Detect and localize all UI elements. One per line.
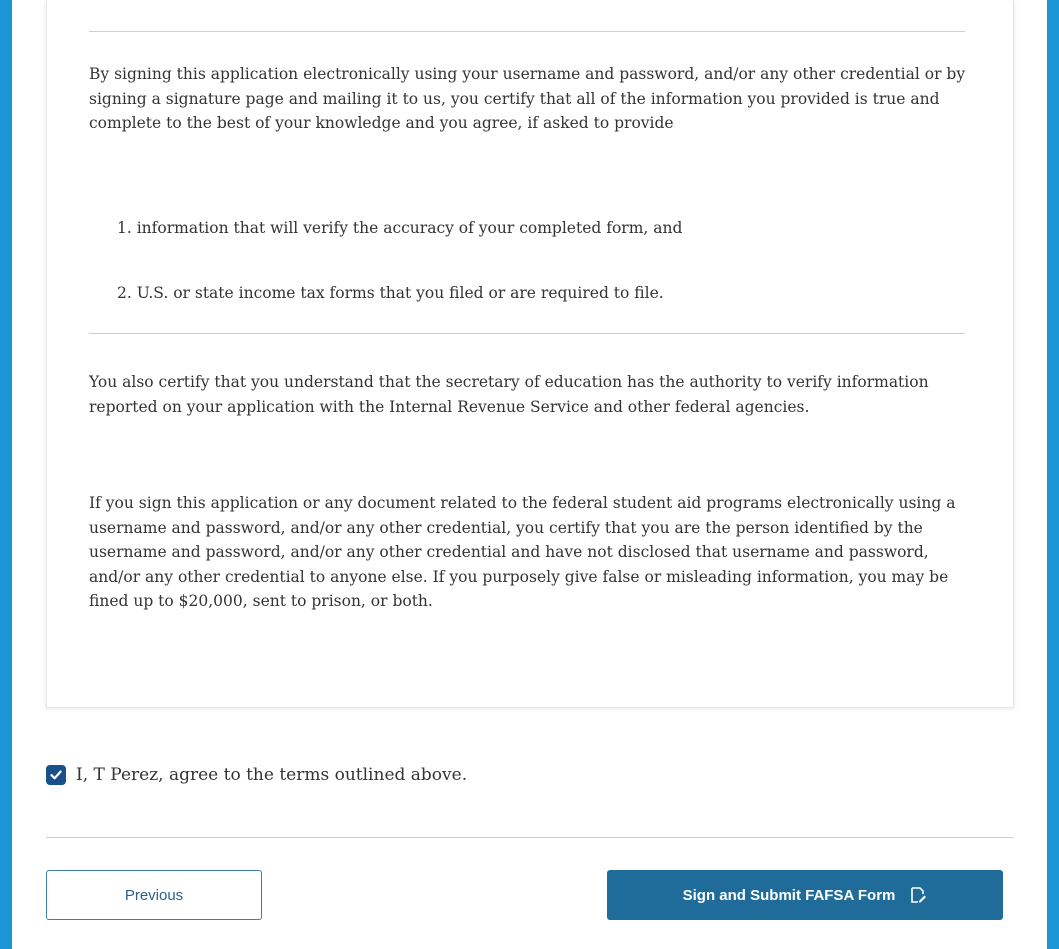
terms-paragraph-secretary: You also certify that you understand tha… <box>89 373 929 416</box>
sign-and-submit-label: Sign and Submit FAFSA Form <box>682 886 896 904</box>
terms-list-item: 1. information that will verify the accu… <box>117 219 683 237</box>
sign-and-submit-button[interactable]: Sign and Submit FAFSA Form <box>607 870 1003 920</box>
terms-list-item: 2. U.S. or state income tax forms that y… <box>117 284 664 302</box>
checkmark-icon <box>50 770 62 780</box>
divider <box>89 333 965 334</box>
agree-checkbox[interactable] <box>46 765 66 785</box>
agree-label[interactable]: I, T Perez, agree to the terms outlined … <box>76 765 467 785</box>
sign-document-icon <box>909 886 927 904</box>
terms-card: By signing this application electronical… <box>46 0 1014 708</box>
divider <box>89 31 965 32</box>
divider <box>46 837 1014 838</box>
terms-paragraph-signing: By signing this application electronical… <box>89 65 966 132</box>
terms-paragraph-penalty: If you sign this application or any docu… <box>89 494 956 610</box>
previous-button[interactable]: Previous <box>46 870 262 920</box>
agreement-row[interactable]: I, T Perez, agree to the terms outlined … <box>46 763 467 787</box>
page: By signing this application electronical… <box>12 0 1047 949</box>
